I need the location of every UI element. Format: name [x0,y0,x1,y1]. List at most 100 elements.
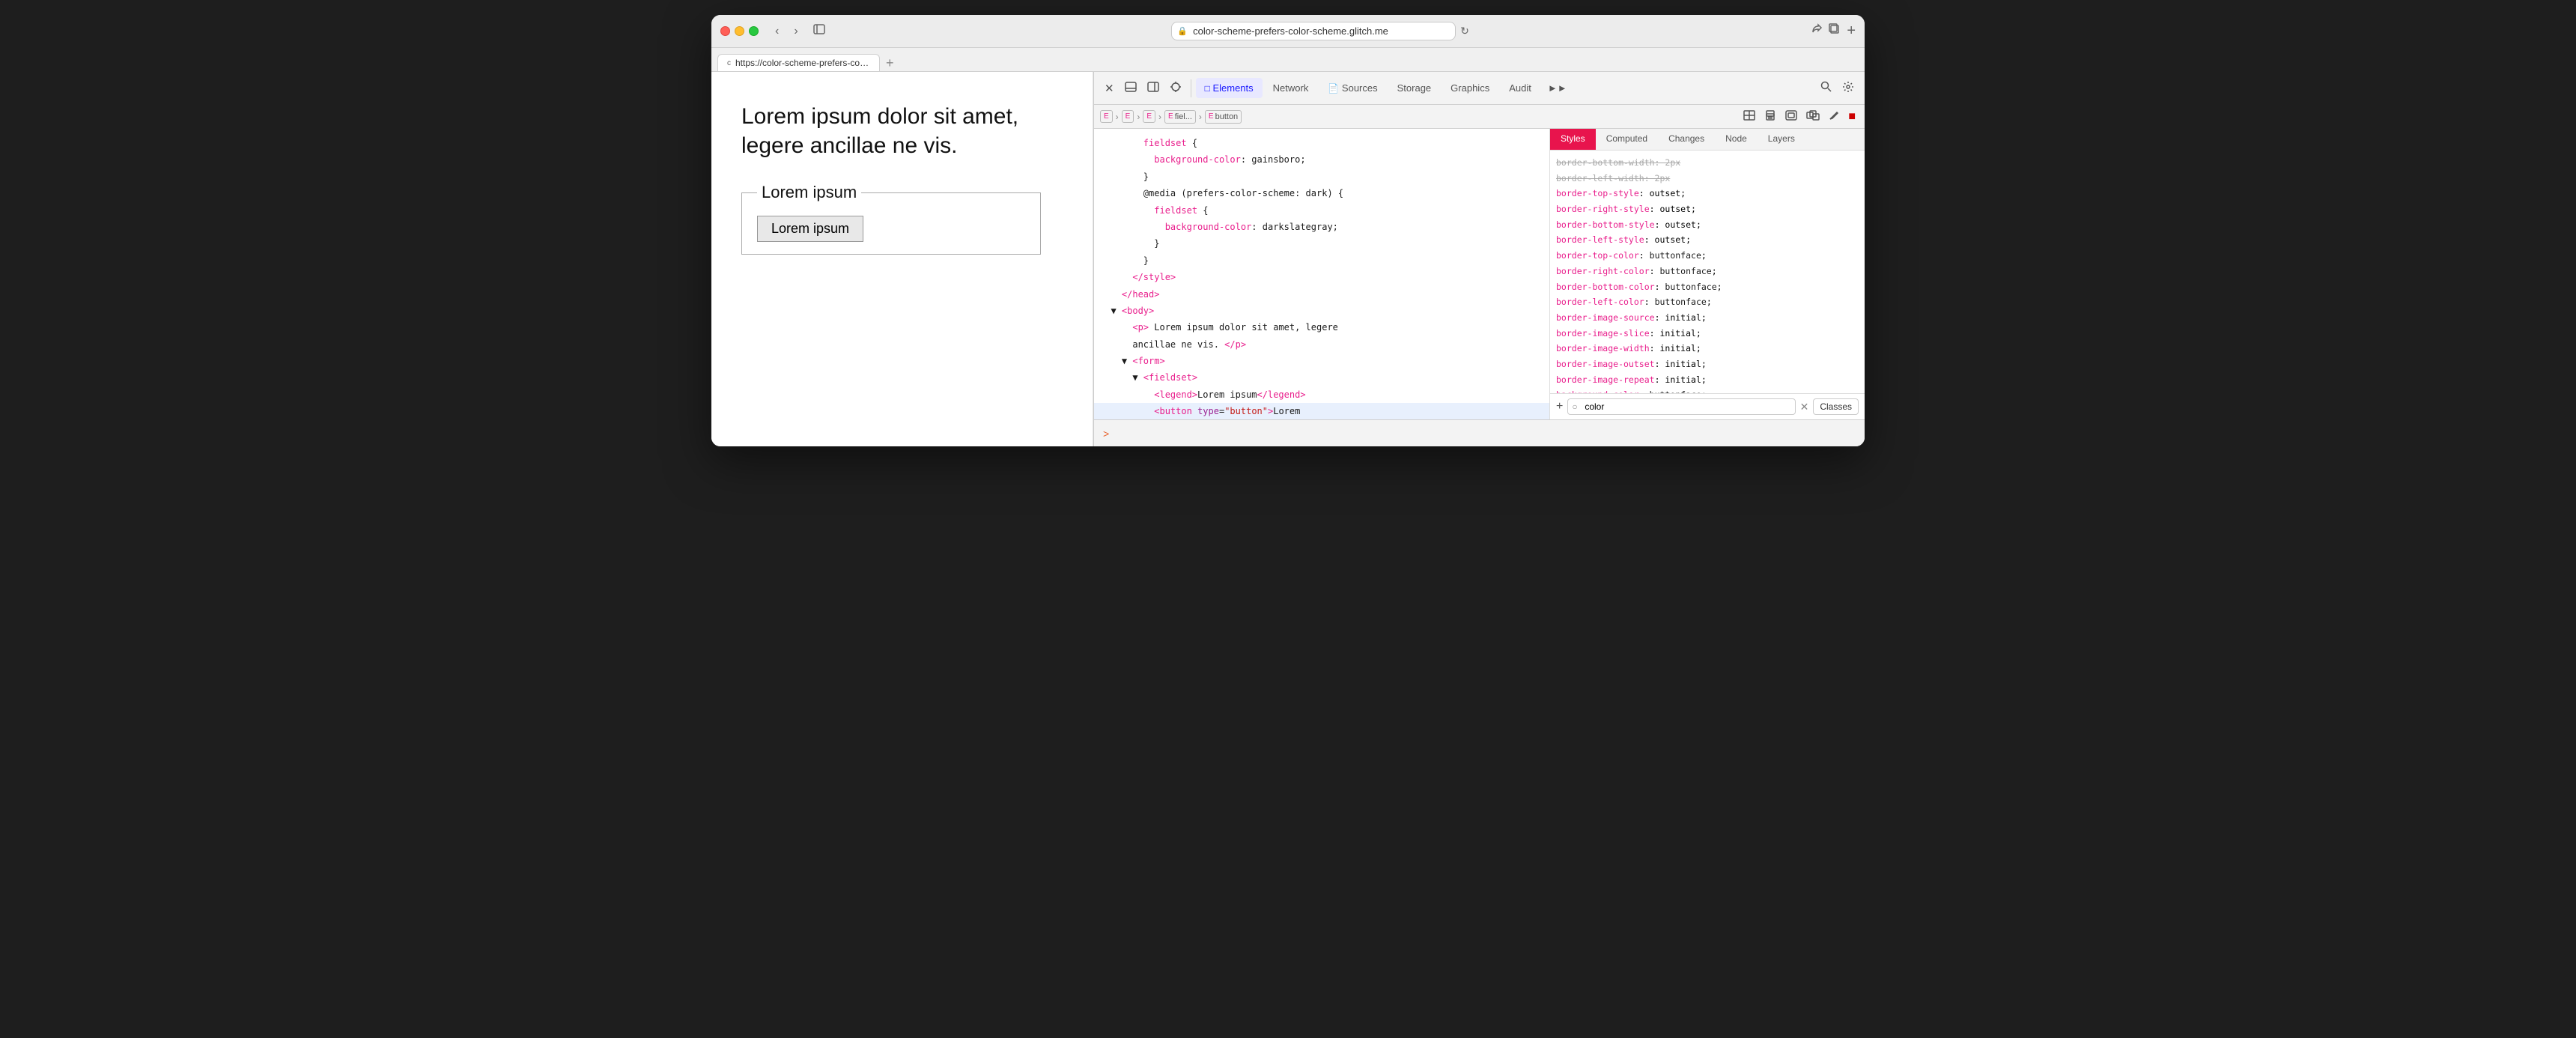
grid-tool-button[interactable] [1740,109,1758,125]
minimize-button[interactable] [735,26,744,36]
breadcrumb-e1[interactable]: E [1100,110,1113,123]
styles-tab-node[interactable]: Node [1715,129,1758,150]
styles-tabs: Styles Computed Changes Node Layers [1550,129,1865,151]
styles-content[interactable]: border-bottom-width: 2px border-left-wid… [1550,151,1865,393]
bc-tag-3: E [1146,112,1152,121]
style-line: border-top-style: outset; [1556,186,1859,201]
box-tool-button[interactable] [1782,109,1800,125]
style-line: border-top-color: buttonface; [1556,248,1859,264]
html-line: } [1094,252,1549,269]
bc-tag-5: E [1209,112,1214,121]
new-tab-plus-button[interactable]: + [883,55,897,71]
graphics-tab-label: Graphics [1450,82,1489,94]
html-line: ▼ <form> [1094,353,1549,369]
maximize-button[interactable] [749,26,759,36]
lock-icon: 🔒 [1177,26,1188,36]
tab-more[interactable]: ►► [1542,78,1573,98]
settings-button[interactable] [1838,78,1859,99]
console-prompt-icon: > [1103,428,1109,440]
html-line: <p> Lorem ipsum dolor sit amet, legere [1094,319,1549,336]
filter-input[interactable] [1567,398,1795,415]
devtools-main: fieldset { background-color: gainsboro; … [1094,129,1865,419]
tab-label: https://color-scheme-prefers-color-schem… [735,58,870,68]
dock-side-button[interactable] [1143,79,1164,98]
pen-tool-button[interactable] [1826,109,1842,125]
forward-button[interactable]: › [789,23,802,40]
html-line-selected: <button type="button">Lorem [1094,403,1549,419]
bc-arrow-3: › [1158,112,1161,122]
print-tool-button[interactable] [1761,109,1779,125]
url-input[interactable] [1171,22,1456,40]
styles-tab-styles[interactable]: Styles [1550,129,1596,150]
styles-tab-changes[interactable]: Changes [1658,129,1715,150]
console-input[interactable] [1115,428,1856,439]
tab-audit[interactable]: Audit [1500,78,1540,98]
breadcrumb-fieldset-label: fiel... [1175,112,1192,121]
tab-favicon: c [727,59,731,67]
browser-tab[interactable]: c https://color-scheme-prefers-color-sch… [717,54,880,71]
tab-storage[interactable]: Storage [1388,78,1441,98]
style-line: border-image-source: initial; [1556,310,1859,326]
breadcrumb-tools: ■ [1740,109,1859,125]
breadcrumb-e3[interactable]: E [1143,110,1155,123]
clear-filter-button[interactable]: ✕ [1800,401,1809,413]
html-line: fieldset { [1094,202,1549,219]
browser-window: ‹ › 🔒 ↻ [711,15,1865,446]
tab-graphics[interactable]: Graphics [1442,78,1498,98]
elements-tab-icon: □ [1205,83,1210,94]
html-panel[interactable]: fieldset { background-color: gainsboro; … [1094,129,1550,419]
page-legend: Lorem ipsum [757,183,861,202]
console-bar: > [1094,419,1865,446]
html-line: </head> [1094,286,1549,303]
styles-tab-computed[interactable]: Computed [1596,129,1658,150]
tab-network[interactable]: Network [1264,78,1318,98]
styles-tab-layers[interactable]: Layers [1758,129,1805,150]
add-button[interactable]: + [1847,22,1856,40]
style-line: background-color: buttonface; [1556,387,1859,393]
page-content: Lorem ipsum dolor sit amet,legere ancill… [711,72,1093,446]
style-line: border-image-slice: initial; [1556,326,1859,342]
elements-tab-label: Elements [1212,82,1253,94]
reload-button[interactable]: ↻ [1460,25,1469,37]
url-bar: 🔒 ↻ [836,22,1805,40]
multi-box-button[interactable] [1803,109,1823,125]
dock-bottom-button[interactable] [1120,79,1141,98]
devtools-close-button[interactable]: ✕ [1100,79,1119,98]
add-style-button[interactable]: + [1556,400,1563,413]
traffic-lights [720,26,759,36]
devtools-panel: ✕ [1093,72,1865,446]
html-line: <legend>Lorem ipsum</legend> [1094,386,1549,403]
title-bar: ‹ › 🔒 ↻ [711,15,1865,48]
html-line: ancillae ne vis. </p> [1094,336,1549,353]
sidebar-button[interactable] [809,22,830,40]
back-button[interactable]: ‹ [771,23,783,40]
audit-tab-label: Audit [1509,82,1531,94]
color-picker-button[interactable]: ■ [1845,109,1859,125]
breadcrumb-button-label: button [1215,112,1239,121]
breadcrumb-fieldset[interactable]: E fiel... [1164,110,1196,124]
new-tab-button[interactable] [1829,22,1841,40]
content-area: Lorem ipsum dolor sit amet,legere ancill… [711,72,1865,446]
html-line: </style> [1094,269,1549,285]
breadcrumb-button[interactable]: E button [1205,110,1242,124]
html-line: ▼ <fieldset> [1094,369,1549,386]
bc-tag-1: E [1104,112,1109,121]
breadcrumb-e2[interactable]: E [1122,110,1134,123]
network-tab-label: Network [1273,82,1309,94]
style-line: border-left-style: outset; [1556,232,1859,248]
tab-elements[interactable]: □ Elements [1196,78,1263,98]
styles-footer: + ○ ✕ Classes [1550,393,1865,419]
classes-button[interactable]: Classes [1813,398,1859,415]
share-button[interactable] [1811,22,1823,40]
tab-sources[interactable]: 📄 Sources [1319,78,1386,98]
inspect-button[interactable] [1165,78,1186,99]
bc-tag-2: E [1126,112,1131,121]
lorem-ipsum-button[interactable]: Lorem ipsum [757,216,863,242]
bc-arrow-2: › [1137,112,1140,122]
html-line: background-color: darkslategray; [1094,219,1549,235]
style-line: border-right-color: buttonface; [1556,264,1859,279]
search-button[interactable] [1816,78,1836,98]
style-line: border-right-style: outset; [1556,201,1859,217]
page-fieldset: Lorem ipsum Lorem ipsum [741,183,1041,255]
close-button[interactable] [720,26,730,36]
